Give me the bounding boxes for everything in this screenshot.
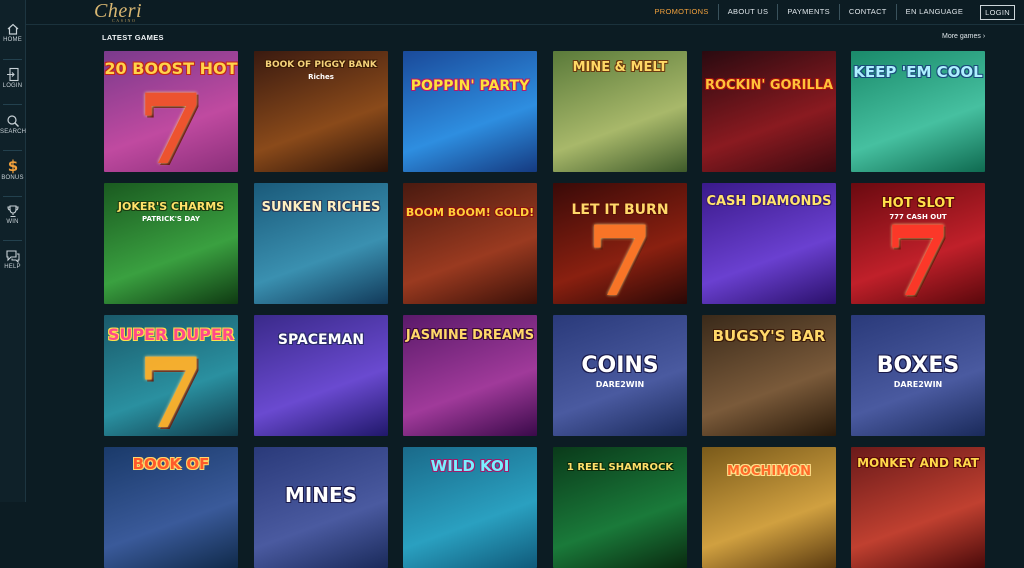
game-tile[interactable]: MINE & MELT: [553, 51, 687, 172]
game-title: SUNKEN RICHES: [261, 200, 381, 215]
game-artwork: [254, 447, 388, 568]
game-subtitle: 777 CASH OUT: [889, 213, 947, 221]
rail-login-label: LOGIN: [2, 83, 23, 89]
game-tile[interactable]: BUGSY'S BAR: [702, 315, 836, 436]
rail-divider: [3, 59, 22, 60]
top-bar: Cheri CASINO PROMOTIONS ABOUT US PAYMENT…: [26, 0, 1024, 25]
game-tile[interactable]: 7 20 BOOST HOT: [104, 51, 238, 172]
rail-win-label: WIN: [6, 219, 19, 225]
game-title: MINE & MELT: [572, 60, 668, 75]
rail-bonus[interactable]: $ BONUS: [0, 158, 25, 181]
game-title: MONKEY AND RAT: [857, 456, 979, 470]
game-tile[interactable]: 7 LET IT BURN: [553, 183, 687, 304]
game-tile[interactable]: WILD KOI: [403, 447, 537, 568]
game-title: LET IT BURN: [571, 202, 669, 218]
game-title: MOCHIMON: [726, 464, 812, 479]
game-tile[interactable]: Jasmine Dreams: [403, 315, 537, 436]
side-rail: HOME LOGIN SEARCH $ BONUS WIN HELP: [0, 0, 26, 502]
game-title: COINS: [581, 353, 659, 378]
game-artwork: [702, 51, 836, 172]
game-tile[interactable]: BOOM BOOM! GOLD!: [403, 183, 537, 304]
game-tile[interactable]: JOKER'S CHARMS PATRICK'S DAY: [104, 183, 238, 304]
rail-login[interactable]: LOGIN: [0, 67, 25, 89]
game-title: Cash Diamonds: [706, 194, 832, 209]
game-title: Jasmine Dreams: [405, 328, 535, 343]
rail-search[interactable]: SEARCH: [0, 114, 27, 135]
search-icon: [6, 115, 19, 127]
trophy-icon: [6, 205, 19, 218]
seven-symbol-art: 7: [137, 73, 205, 173]
game-tile[interactable]: MOCHIMON: [702, 447, 836, 568]
game-tile[interactable]: 7 SUPER DUPER: [104, 315, 238, 436]
game-tile[interactable]: 7 HOT SLOT 777 CASH OUT: [851, 183, 985, 304]
main-nav: PROMOTIONS ABOUT US PAYMENTS CONTACT EN …: [645, 4, 1015, 20]
rail-home-label: HOME: [3, 37, 22, 43]
game-title: KEEP 'EM COOL: [853, 63, 983, 81]
game-title: MINES: [284, 483, 358, 507]
game-title: POPPIN' PARTY: [410, 78, 530, 94]
game-tile[interactable]: Cash Diamonds: [702, 183, 836, 304]
game-subtitle: DARE2WIN: [893, 380, 943, 389]
nav-contact[interactable]: CONTACT: [838, 4, 896, 20]
game-tile[interactable]: SPACEMAN: [254, 315, 388, 436]
rail-search-label: SEARCH: [0, 129, 27, 135]
game-title: 20 BOOST HOT: [104, 59, 238, 78]
game-tile[interactable]: MINES: [254, 447, 388, 568]
more-games-link[interactable]: More games ›: [942, 33, 985, 40]
game-title: BOOK OF: [132, 455, 210, 473]
rail-divider: [3, 150, 22, 151]
game-subtitle: DARE2WIN: [595, 380, 645, 389]
game-title: SUPER DUPER: [107, 325, 235, 344]
home-icon: [7, 23, 18, 35]
game-title: BOXES: [876, 353, 960, 378]
rail-divider: [3, 104, 22, 105]
brand-tagline: CASINO: [112, 18, 137, 23]
section-title: LATEST GAMES: [102, 33, 164, 42]
game-title: BOOK OF PIGGY BANK: [265, 60, 377, 70]
game-title: ROCKIN' GORILLA: [704, 78, 834, 93]
game-title: WILD KOI: [430, 457, 510, 475]
seven-symbol-art: 7: [884, 205, 952, 305]
game-title: HOT SLOT: [881, 196, 955, 211]
seven-symbol-art: 7: [586, 205, 654, 305]
rail-bonus-label: BONUS: [1, 175, 24, 181]
game-subtitle: Riches: [308, 73, 334, 81]
rail-divider: [3, 240, 22, 241]
rail-home[interactable]: HOME: [0, 22, 25, 43]
game-tile[interactable]: BOOK OF: [104, 447, 238, 568]
game-artwork: [403, 183, 537, 304]
svg-text:$: $: [7, 158, 17, 174]
nav-language[interactable]: EN LANGUAGE: [895, 4, 972, 20]
nav-promotions[interactable]: PROMOTIONS: [645, 4, 717, 20]
nav-about-us[interactable]: ABOUT US: [717, 4, 778, 20]
game-title: BOOM BOOM! GOLD!: [405, 206, 535, 219]
game-tile[interactable]: SUNKEN RICHES: [254, 183, 388, 304]
game-title: JOKER'S CHARMS: [117, 200, 225, 213]
nav-payments[interactable]: PAYMENTS: [777, 4, 839, 20]
rail-divider: [3, 196, 22, 197]
game-tile[interactable]: MONKEY AND RAT: [851, 447, 985, 568]
seven-symbol-art: 7: [137, 337, 205, 437]
brand-logo[interactable]: Cheri CASINO: [94, 1, 142, 23]
game-subtitle: PATRICK'S DAY: [142, 215, 200, 223]
game-tile[interactable]: 1 REEL SHAMROCK: [553, 447, 687, 568]
game-tile[interactable]: COINS DARE2WIN: [553, 315, 687, 436]
game-tile[interactable]: ROCKIN' GORILLA: [702, 51, 836, 172]
login-button[interactable]: LOGIN: [980, 4, 1015, 20]
rail-help-label: HELP: [4, 264, 21, 270]
game-tile[interactable]: BOOK OF PIGGY BANK Riches: [254, 51, 388, 172]
rail-win[interactable]: WIN: [0, 204, 25, 225]
dollar-icon: $: [7, 158, 17, 174]
game-artwork: [403, 51, 537, 172]
game-title: 1 REEL SHAMROCK: [566, 462, 674, 473]
rail-help[interactable]: HELP: [0, 249, 25, 270]
chat-help-icon: [5, 250, 19, 263]
game-tile[interactable]: KEEP 'EM COOL: [851, 51, 985, 172]
login-icon: [6, 67, 19, 82]
game-title: SPACEMAN: [277, 332, 365, 348]
game-tile[interactable]: POPPIN' PARTY: [403, 51, 537, 172]
game-tile[interactable]: BOXES DARE2WIN: [851, 315, 985, 436]
game-title: BUGSY'S BAR: [712, 327, 826, 345]
